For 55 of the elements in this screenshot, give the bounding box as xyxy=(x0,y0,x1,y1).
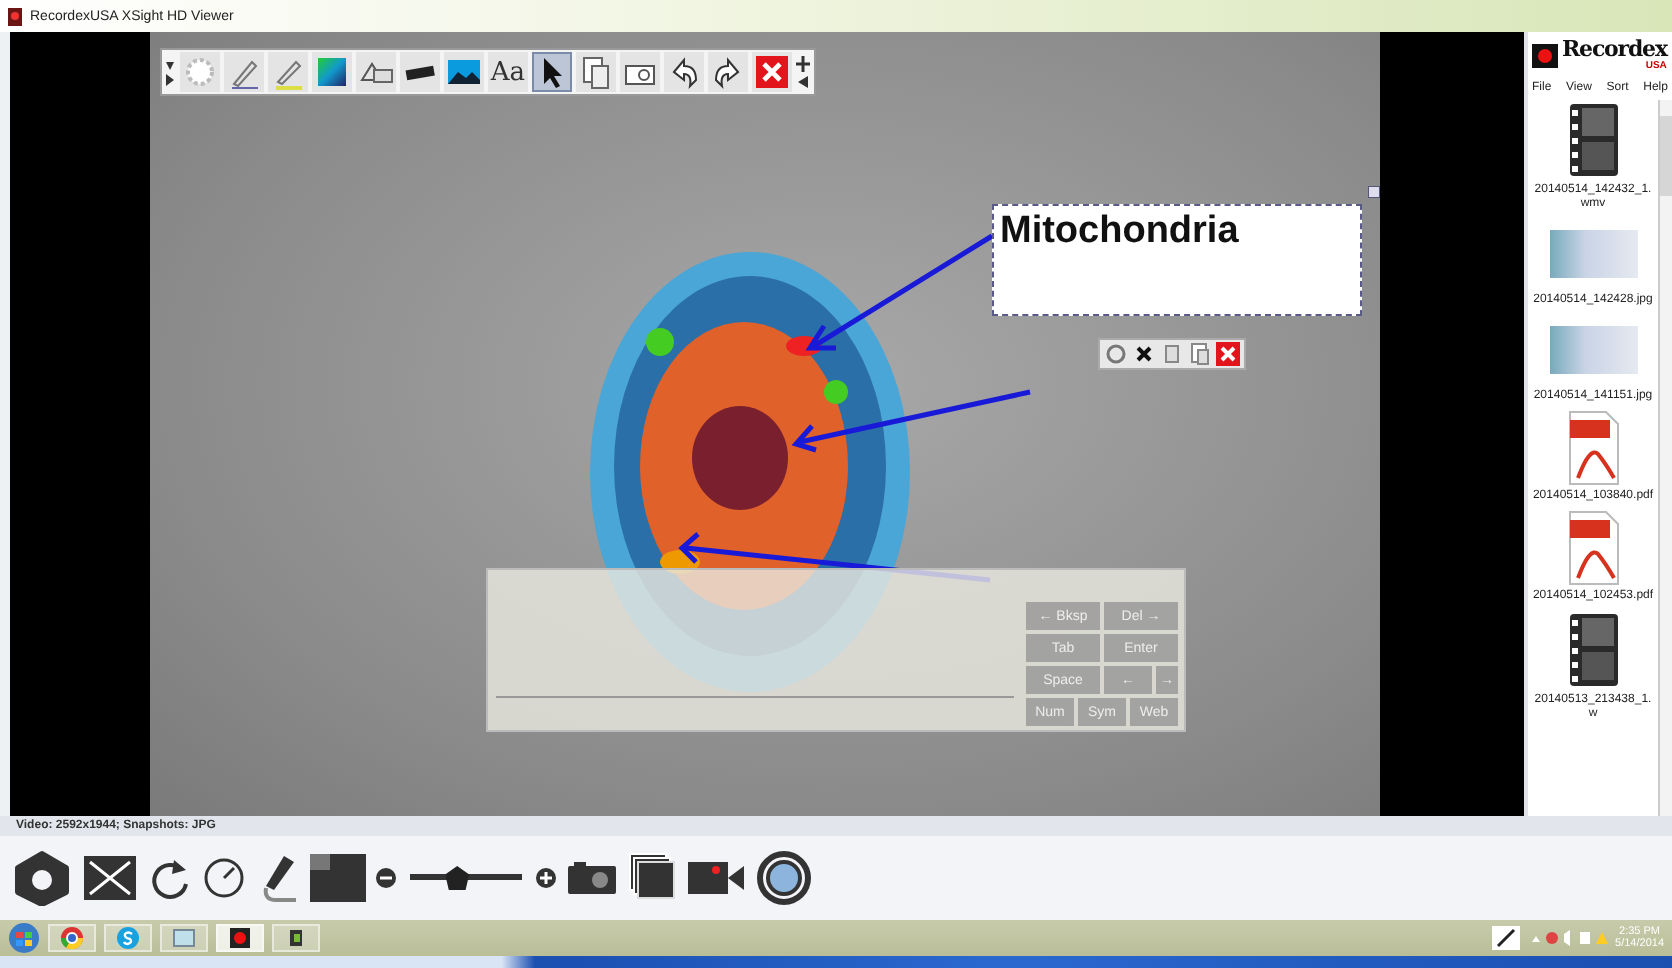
contrast-square-icon[interactable] xyxy=(310,854,366,902)
recordex-app-icon xyxy=(228,926,252,950)
image-tool-button[interactable] xyxy=(444,52,484,92)
window-icon xyxy=(172,926,196,950)
redo-tool-button[interactable] xyxy=(708,52,748,92)
paste-icon xyxy=(578,54,614,90)
camera-icon[interactable] xyxy=(566,860,618,896)
pdf-file-icon xyxy=(1565,510,1621,586)
color-swatch-icon xyxy=(314,54,350,90)
landscape-icon xyxy=(446,54,482,90)
video-camera-icon[interactable] xyxy=(686,858,746,898)
start-orb-icon[interactable] xyxy=(8,922,40,954)
delete-icon[interactable] xyxy=(1132,342,1156,366)
grip-icon xyxy=(166,58,176,86)
paste-icon[interactable] xyxy=(1188,342,1212,366)
close-button[interactable] xyxy=(752,52,792,92)
close-icon xyxy=(754,54,790,90)
fullscreen-icon[interactable] xyxy=(82,854,138,902)
pen-tablet-icon[interactable] xyxy=(1491,926,1520,950)
skype-icon xyxy=(116,926,140,950)
color-tool-button[interactable] xyxy=(312,52,352,92)
text-annotation: Mitochondria xyxy=(992,204,1362,316)
move-icon[interactable] xyxy=(796,56,810,88)
chrome-icon xyxy=(60,926,84,950)
film-reel-icon xyxy=(1565,100,1621,180)
app-icon xyxy=(8,7,22,25)
brightness-icon xyxy=(182,54,218,90)
taskbar-button[interactable] xyxy=(216,924,264,952)
image-thumbnail xyxy=(1549,326,1637,374)
zoom-out-icon[interactable] xyxy=(376,868,396,888)
pointer-tool-button[interactable] xyxy=(532,52,572,92)
camera-tool-button[interactable] xyxy=(620,52,660,92)
gauge-icon[interactable] xyxy=(202,856,246,900)
camcorder-icon xyxy=(284,926,308,950)
pdf-file-icon xyxy=(1565,410,1621,486)
logo-icon xyxy=(1532,43,1558,67)
highlighter-tool-button[interactable] xyxy=(268,52,308,92)
rotate-icon[interactable] xyxy=(148,854,192,902)
undo-tool-button[interactable] xyxy=(664,52,704,92)
close-icon[interactable] xyxy=(1216,342,1240,366)
resize-handle-icon[interactable] xyxy=(1368,186,1380,198)
record-icon[interactable] xyxy=(756,850,812,906)
photo-stack-icon[interactable] xyxy=(628,852,676,904)
tray-icons-drawing[interactable] xyxy=(1527,928,1608,948)
pen-tool-button[interactable] xyxy=(224,52,264,92)
logo-text: Recordex xyxy=(1562,38,1667,60)
paste-tool-button[interactable] xyxy=(576,52,616,92)
taskbar-button[interactable] xyxy=(272,924,320,952)
text-tool-button[interactable]: Aa xyxy=(488,52,528,92)
zoom-slider-thumb[interactable] xyxy=(445,866,470,890)
settings-icon[interactable] xyxy=(12,850,72,906)
image-thumbnail xyxy=(1549,230,1637,278)
film-reel-icon xyxy=(1565,610,1621,690)
zoom-in-icon[interactable] xyxy=(536,868,556,888)
marker-tool-button[interactable] xyxy=(400,52,440,92)
